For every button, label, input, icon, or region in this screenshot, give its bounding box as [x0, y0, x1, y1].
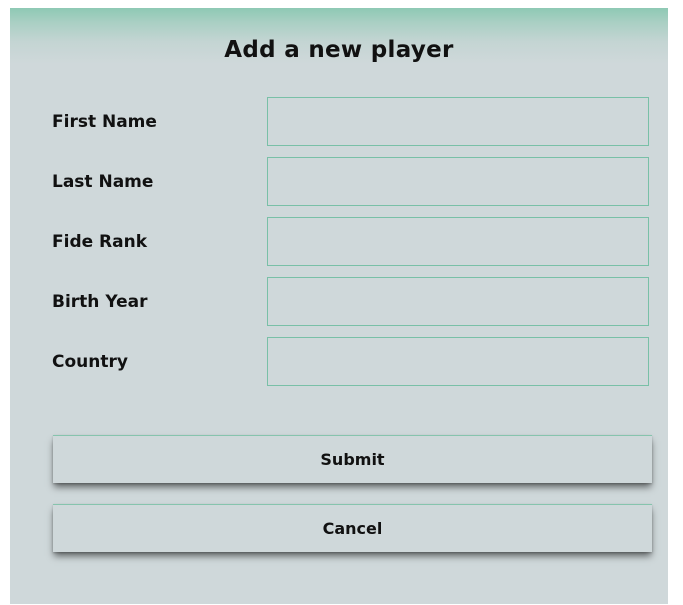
form-row-first-name: First Name	[10, 97, 668, 149]
cancel-button[interactable]: Cancel	[53, 504, 652, 552]
form-row-fide-rank: Fide Rank	[10, 217, 668, 269]
first-name-label: First Name	[52, 112, 157, 132]
submit-button[interactable]: Submit	[53, 435, 652, 483]
last-name-field[interactable]	[267, 157, 649, 206]
add-player-dialog: Add a new player First Name Last Name Fi…	[10, 8, 668, 604]
first-name-field[interactable]	[267, 97, 649, 146]
birth-year-label: Birth Year	[52, 292, 148, 312]
fide-rank-label: Fide Rank	[52, 232, 148, 252]
form-row-last-name: Last Name	[10, 157, 668, 209]
fide-rank-field[interactable]	[267, 217, 649, 266]
dialog-title: Add a new player	[224, 37, 454, 63]
form-row-birth-year: Birth Year	[10, 277, 668, 329]
country-label: Country	[52, 352, 128, 372]
birth-year-field[interactable]	[267, 277, 649, 326]
form-row-country: Country	[10, 337, 668, 389]
last-name-label: Last Name	[52, 172, 154, 192]
country-field[interactable]	[267, 337, 649, 386]
